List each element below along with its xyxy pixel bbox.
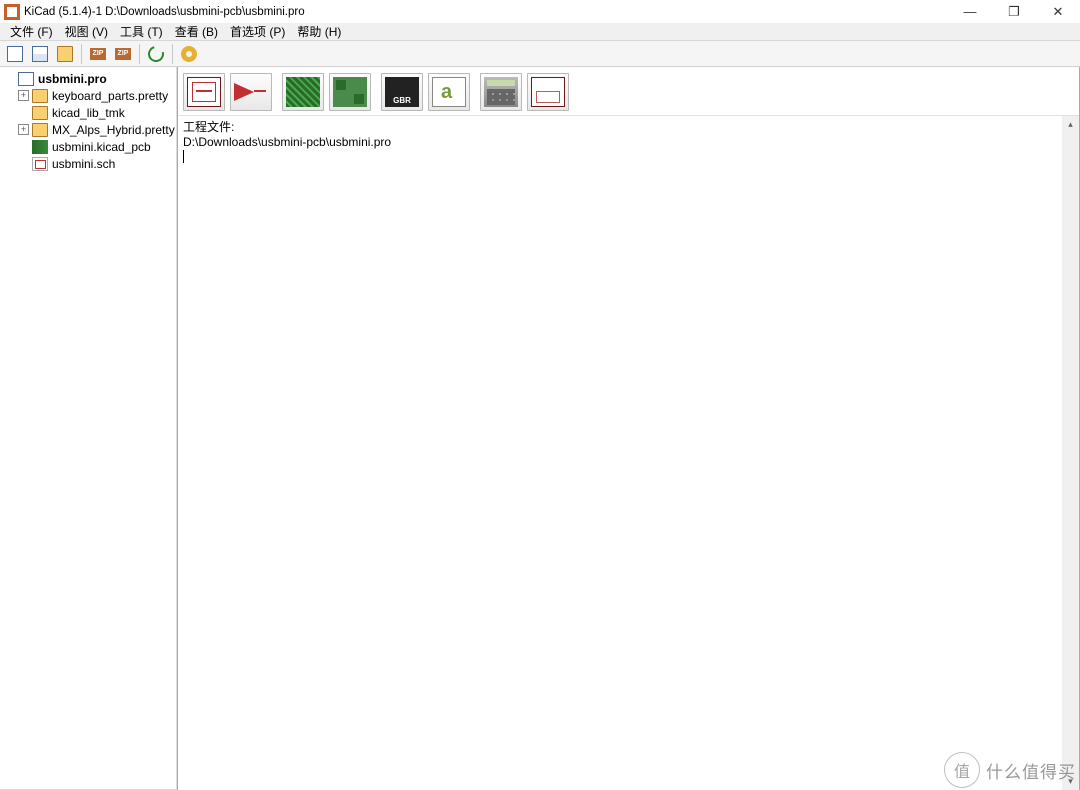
watermark-text: 什么值得买 xyxy=(986,758,1076,783)
toolbar-separator xyxy=(81,44,82,64)
menu-tools[interactable]: 工具 (T) xyxy=(114,23,169,40)
menu-bar: 文件 (F) 视图 (V) 工具 (T) 查看 (B) 首选项 (P) 帮助 (… xyxy=(0,23,1080,41)
gear-icon xyxy=(181,46,197,62)
schematic-editor-button[interactable] xyxy=(183,73,225,111)
expand-placeholder xyxy=(18,107,29,118)
schematic-editor-icon xyxy=(187,77,221,107)
folder-open-icon xyxy=(57,46,73,62)
tree-item-label: keyboard_parts.pretty xyxy=(52,89,168,103)
folder-icon xyxy=(32,123,48,137)
launcher-group-schematic xyxy=(183,73,272,111)
refresh-button[interactable] xyxy=(145,43,167,65)
bitmap-converter-button[interactable] xyxy=(428,73,470,111)
tree-item[interactable]: usbmini.sch xyxy=(0,155,177,172)
folder-icon xyxy=(32,106,48,120)
footprint-editor-icon xyxy=(333,77,367,107)
maximize-button[interactable]: ❐ xyxy=(992,0,1036,23)
tree-item-label: usbmini.sch xyxy=(52,157,115,171)
unzip-icon: ZIP xyxy=(115,48,131,60)
new-from-template-button[interactable] xyxy=(29,43,51,65)
project-tree-panel: usbmini.pro + keyboard_parts.pretty kica… xyxy=(0,67,178,790)
toolbar-separator xyxy=(139,44,140,64)
tree-item-label: kicad_lib_tmk xyxy=(52,106,125,120)
window-title: KiCad (5.1.4)-1 D:\Downloads\usbmini-pcb… xyxy=(24,6,948,18)
open-project-button[interactable] xyxy=(54,43,76,65)
project-icon xyxy=(18,72,34,86)
new-project-icon xyxy=(7,46,23,62)
gerber-viewer-button[interactable]: GBR xyxy=(381,73,423,111)
expand-toggle[interactable]: + xyxy=(18,90,29,101)
menu-view[interactable]: 视图 (V) xyxy=(59,23,114,40)
tree-root-label: usbmini.pro xyxy=(38,72,107,86)
menu-browse[interactable]: 查看 (B) xyxy=(169,23,224,40)
calculator-icon xyxy=(484,77,518,107)
symbol-editor-button[interactable] xyxy=(230,73,272,111)
archive-project-button[interactable]: ZIP xyxy=(87,43,109,65)
footprint-editor-button[interactable] xyxy=(329,73,371,111)
preferences-button[interactable] xyxy=(178,43,200,65)
expand-placeholder xyxy=(4,73,15,84)
project-tree[interactable]: usbmini.pro + keyboard_parts.pretty kica… xyxy=(0,67,177,175)
minimize-button[interactable]: — xyxy=(948,0,992,23)
tree-item-label: MX_Alps_Hybrid.pretty xyxy=(52,123,175,137)
pcb-file-icon xyxy=(32,140,48,154)
main-toolbar: ZIP ZIP xyxy=(0,41,1080,67)
info-message-pane[interactable]: 工程文件: D:\Downloads\usbmini-pcb\usbmini.p… xyxy=(178,115,1079,790)
window-controls: — ❐ ✕ xyxy=(948,0,1080,23)
vertical-scrollbar[interactable]: ▴ ▾ xyxy=(1062,116,1079,790)
tree-item[interactable]: + keyboard_parts.pretty xyxy=(0,87,177,104)
launcher-group-tools: GBR xyxy=(381,73,470,111)
launcher-group-pcb xyxy=(282,73,371,111)
calculator-button[interactable] xyxy=(480,73,522,111)
page-layout-button[interactable] xyxy=(527,73,569,111)
tree-item-label: usbmini.kicad_pcb xyxy=(52,140,151,154)
main-area: GBR 工程文件: D:\Downloads\usbmini-pcb\usbmi… xyxy=(178,67,1080,790)
schematic-file-icon xyxy=(32,157,48,171)
tree-item[interactable]: usbmini.kicad_pcb xyxy=(0,138,177,155)
close-button[interactable]: ✕ xyxy=(1036,0,1080,23)
expand-placeholder xyxy=(18,141,29,152)
zip-icon: ZIP xyxy=(90,48,106,60)
template-icon xyxy=(32,46,48,62)
pcb-editor-button[interactable] xyxy=(282,73,324,111)
watermark: 值 什么值得买 xyxy=(944,752,1076,788)
tree-item[interactable]: kicad_lib_tmk xyxy=(0,104,177,121)
refresh-icon xyxy=(145,43,167,65)
text-cursor xyxy=(183,150,184,163)
menu-preferences[interactable]: 首选项 (P) xyxy=(224,23,291,40)
workspace: usbmini.pro + keyboard_parts.pretty kica… xyxy=(0,67,1080,790)
menu-help[interactable]: 帮助 (H) xyxy=(291,23,347,40)
title-bar: KiCad (5.1.4)-1 D:\Downloads\usbmini-pcb… xyxy=(0,0,1080,23)
gerber-viewer-icon: GBR xyxy=(385,77,419,107)
launcher-toolbar: GBR xyxy=(178,67,1079,113)
new-project-button[interactable] xyxy=(4,43,26,65)
menu-file[interactable]: 文件 (F) xyxy=(4,23,59,40)
symbol-editor-icon xyxy=(234,77,268,107)
scroll-up-icon[interactable]: ▴ xyxy=(1062,116,1079,133)
info-heading: 工程文件: xyxy=(183,118,1074,135)
watermark-logo-icon: 值 xyxy=(944,752,980,788)
launcher-group-misc xyxy=(480,73,569,111)
page-layout-icon xyxy=(531,77,565,107)
toolbar-separator xyxy=(172,44,173,64)
info-path: D:\Downloads\usbmini-pcb\usbmini.pro xyxy=(183,135,1074,149)
tree-item[interactable]: + MX_Alps_Hybrid.pretty xyxy=(0,121,177,138)
tree-root[interactable]: usbmini.pro xyxy=(0,70,177,87)
folder-icon xyxy=(32,89,48,103)
expand-placeholder xyxy=(18,158,29,169)
expand-toggle[interactable]: + xyxy=(18,124,29,135)
kicad-app-icon xyxy=(4,4,20,20)
bitmap-converter-icon xyxy=(432,77,466,107)
unarchive-project-button[interactable]: ZIP xyxy=(112,43,134,65)
pcb-editor-icon xyxy=(286,77,320,107)
